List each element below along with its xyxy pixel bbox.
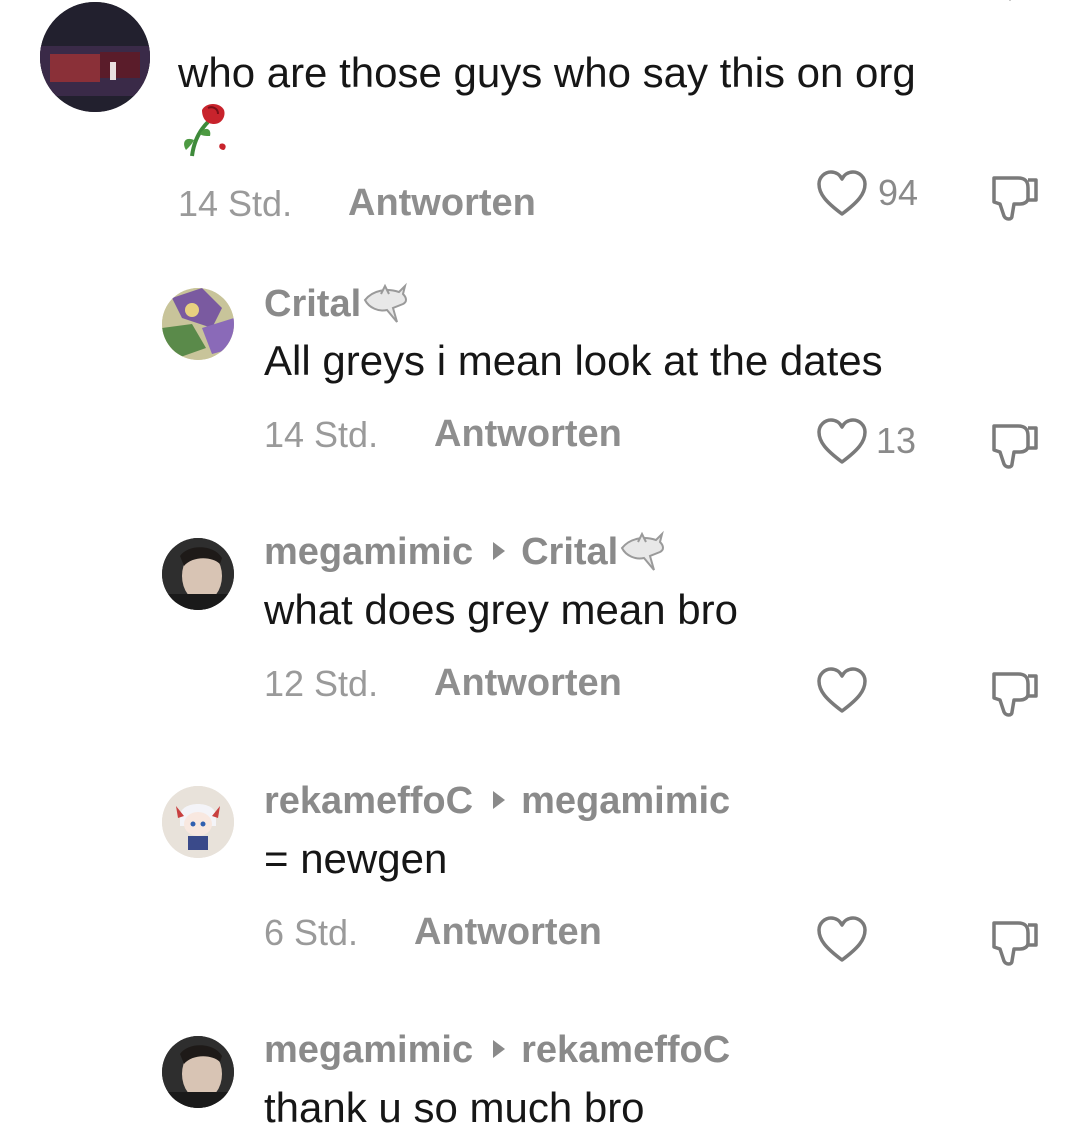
- close-icon[interactable]: [990, 0, 1030, 6]
- comment-time: 12 Std.: [264, 663, 379, 704]
- shark-icon: [363, 282, 409, 336]
- comment-time: 14 Std.: [178, 183, 293, 224]
- author-name-text: rekameffoC: [264, 780, 474, 822]
- dislike-icon[interactable]: [988, 668, 1042, 718]
- reply-button[interactable]: Antworten: [434, 662, 622, 704]
- comment-text: All greys i mean look at the dates: [264, 337, 883, 384]
- author-name-text: megamimic: [264, 1029, 474, 1071]
- comment-text: who are those guys who say this on org: [178, 49, 916, 96]
- avatar[interactable]: [162, 288, 234, 360]
- heart-icon[interactable]: [816, 916, 868, 964]
- like-count: 94: [878, 172, 919, 213]
- dislike-icon[interactable]: [988, 917, 1042, 967]
- reply-button[interactable]: Antworten: [434, 413, 622, 455]
- reply-button[interactable]: Antworten: [414, 911, 602, 953]
- avatar[interactable]: [162, 538, 234, 610]
- reply-to-name[interactable]: rekameffoC: [521, 1029, 730, 1071]
- avatar[interactable]: [162, 786, 234, 858]
- like-count: 13: [876, 420, 917, 461]
- comment-text: thank u so much bro: [264, 1084, 645, 1131]
- heart-icon[interactable]: [816, 170, 868, 218]
- avatar[interactable]: [162, 1036, 234, 1108]
- comment-text: what does grey mean bro: [264, 586, 738, 633]
- dislike-icon[interactable]: [988, 420, 1042, 470]
- reply-to-name[interactable]: Crital: [521, 531, 618, 573]
- comment-time: 14 Std.: [264, 414, 379, 455]
- dislike-icon[interactable]: [988, 172, 1042, 222]
- author-name[interactable]: megamimic rekameffoC: [264, 1028, 730, 1072]
- heart-icon[interactable]: [816, 418, 868, 466]
- comment-text: = newgen: [264, 835, 448, 882]
- reply-button[interactable]: Antworten: [348, 182, 536, 224]
- heart-icon[interactable]: [816, 667, 868, 715]
- reply-arrow-icon: [493, 1039, 506, 1058]
- reply-to-name[interactable]: megamimic: [521, 780, 730, 822]
- reply-arrow-icon: [493, 790, 506, 809]
- comment-time: 6 Std.: [264, 912, 359, 953]
- author-name[interactable]: megamimic Crital: [264, 530, 666, 584]
- author-name[interactable]: rekameffoC megamimic: [264, 779, 730, 823]
- shark-icon: [620, 530, 666, 584]
- reply-arrow-icon: [493, 541, 506, 560]
- avatar[interactable]: [40, 2, 150, 112]
- author-name-text: megamimic: [264, 531, 474, 573]
- author-name[interactable]: Crital: [264, 282, 409, 336]
- wilted-rose-icon: [178, 100, 234, 158]
- author-name-text: Crital: [264, 283, 362, 325]
